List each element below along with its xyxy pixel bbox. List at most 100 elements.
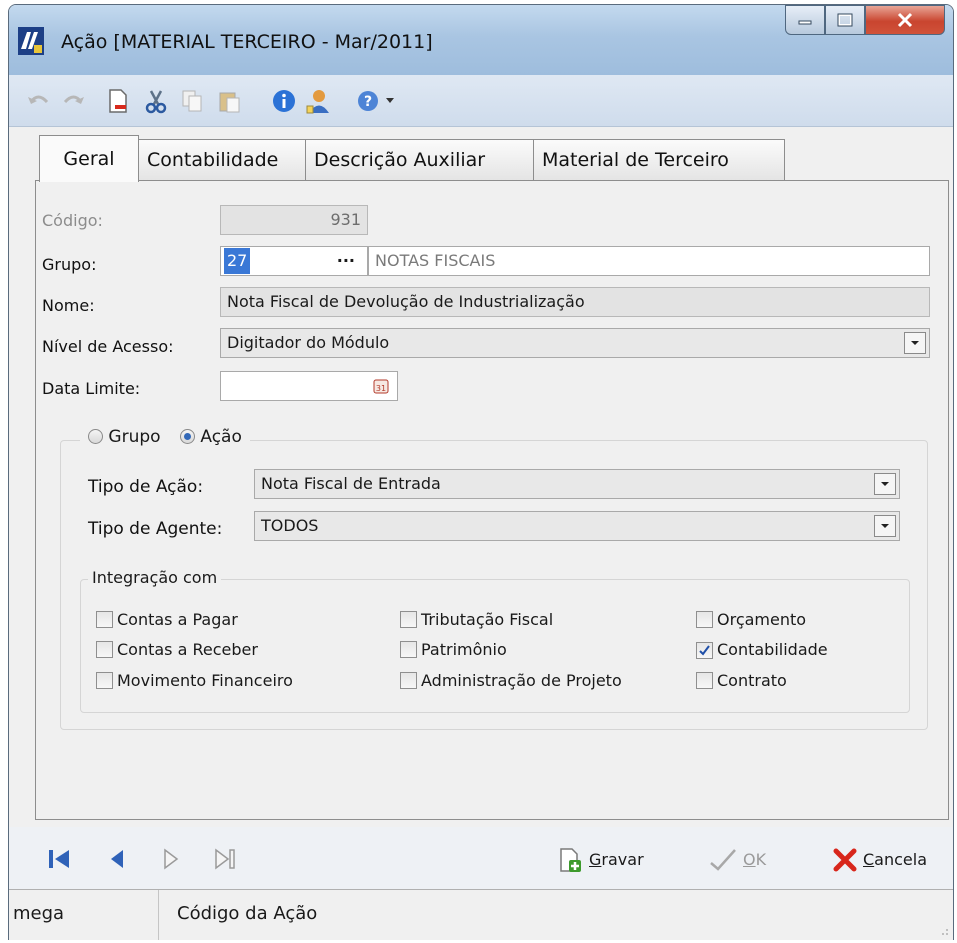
radio-grupo-icon[interactable] <box>88 429 103 444</box>
window: Ação [MATERIAL TERCEIRO - Mar/2011] ? Ge… <box>8 4 954 940</box>
checkbox-contrato[interactable] <box>696 672 713 689</box>
radio-grupo[interactable]: Grupo <box>88 427 161 447</box>
check-contas-a-receber[interactable]: Contas a Receber <box>96 640 258 659</box>
checkbox-tributacao-fiscal[interactable] <box>400 611 417 628</box>
check-contrato[interactable]: Contrato <box>696 671 787 690</box>
resize-grip-icon[interactable] <box>937 924 949 936</box>
nivel-acesso-select[interactable]: Digitador do Módulo <box>220 328 930 358</box>
check-label: Tributação Fiscal <box>421 610 554 629</box>
next-record-icon[interactable] <box>159 847 183 871</box>
paste-icon[interactable] <box>217 88 243 114</box>
check-label: Contas a Pagar <box>117 610 238 629</box>
last-record-icon[interactable] <box>213 847 237 871</box>
check-label: Administração de Projeto <box>421 671 622 690</box>
cancela-button[interactable]: Cancela <box>833 845 927 875</box>
radio-acao-icon[interactable] <box>179 429 195 444</box>
info-icon[interactable] <box>271 88 297 114</box>
minimize-icon <box>798 20 812 25</box>
integracao-title: Integração com <box>88 568 222 587</box>
check-administracao-de-projeto[interactable]: Administração de Projeto <box>400 671 622 690</box>
tipo-selector: Grupo Ação <box>80 427 250 447</box>
previous-record-icon[interactable] <box>105 847 129 871</box>
grupo-description-field: NOTAS FISCAIS <box>368 246 930 276</box>
geral-panel: Código: 931 Grupo: 27 ··· NOTAS FISCAIS … <box>35 180 949 820</box>
nivel-acesso-dropdown-button[interactable] <box>904 332 926 354</box>
redo-icon[interactable] <box>61 88 87 114</box>
tab-geral[interactable]: Geral <box>39 135 139 182</box>
check-orcamento[interactable]: Orçamento <box>696 610 806 629</box>
toolbar: ? <box>9 75 953 127</box>
navigation-bar: Gravar OK Cancela <box>9 827 953 889</box>
help-icon[interactable]: ? <box>355 88 381 114</box>
minimize-button[interactable] <box>785 5 825 35</box>
gravar-label: Gravar <box>589 850 644 869</box>
ok-button[interactable]: OK <box>709 845 766 875</box>
tipo-acao-dropdown-button[interactable] <box>874 473 896 495</box>
maximize-button[interactable] <box>825 5 865 35</box>
check-label: Patrimônio <box>421 640 507 659</box>
tipo-acao-value: Nota Fiscal de Entrada <box>261 474 441 493</box>
data-limite-field[interactable]: 31 <box>220 371 398 401</box>
nome-field[interactable]: Nota Fiscal de Devolução de Industrializ… <box>220 287 930 317</box>
copy-icon[interactable] <box>179 88 205 114</box>
help-dropdown-icon[interactable] <box>385 97 395 105</box>
tab-contabilidade[interactable]: Contabilidade <box>138 139 306 181</box>
title-bar[interactable]: Ação [MATERIAL TERCEIRO - Mar/2011] <box>9 5 953 75</box>
check-label: Movimento Financeiro <box>117 671 293 690</box>
tipo-agente-value: TODOS <box>261 516 319 535</box>
tipo-agente-label: Tipo de Agente: <box>88 519 223 539</box>
codigo-field: 931 <box>220 205 368 235</box>
ok-label: OK <box>743 850 767 869</box>
radio-acao[interactable]: Ação <box>179 427 242 447</box>
check-contabilidade[interactable]: Contabilidade <box>696 640 828 659</box>
check-contas-a-pagar[interactable]: Contas a Pagar <box>96 610 238 629</box>
status-bar: mega Código da Ação <box>9 889 953 940</box>
gravar-button[interactable]: Gravar <box>557 845 644 875</box>
check-patrimonio[interactable]: Patrimônio <box>400 640 507 659</box>
tab-descricao-auxiliar[interactable]: Descrição Auxiliar <box>305 139 534 181</box>
tipo-agente-select[interactable]: TODOS <box>254 511 900 541</box>
tipo-acao-label: Tipo de Ação: <box>88 477 204 497</box>
window-title: Ação [MATERIAL TERCEIRO - Mar/2011] <box>61 31 433 53</box>
tipo-agente-dropdown-button[interactable] <box>874 515 896 537</box>
check-label: Contrato <box>717 671 787 690</box>
new-document-icon[interactable] <box>105 88 131 114</box>
grupo-browse-button[interactable]: ··· <box>337 247 355 275</box>
close-button[interactable] <box>865 5 945 35</box>
checkbox-contabilidade[interactable] <box>696 642 713 659</box>
check-label: Contabilidade <box>717 640 828 659</box>
data-limite-label: Data Limite: <box>42 379 141 398</box>
tipo-acao-select[interactable]: Nota Fiscal de Entrada <box>254 469 900 499</box>
checkbox-movimento-financeiro[interactable] <box>96 672 113 689</box>
nivel-acesso-value: Digitador do Módulo <box>227 333 390 352</box>
checkbox-orcamento[interactable] <box>696 611 713 628</box>
cancel-x-icon <box>833 848 857 872</box>
check-tributacao-fiscal[interactable]: Tributação Fiscal <box>400 610 553 629</box>
grupo-label: Grupo: <box>42 255 97 274</box>
checkbox-contas-a-pagar[interactable] <box>96 611 113 628</box>
tab-material-de-terceiro[interactable]: Material de Terceiro <box>533 139 785 181</box>
undo-icon[interactable] <box>25 88 51 114</box>
status-hint: Código da Ação <box>177 903 318 924</box>
svg-text:31: 31 <box>376 384 386 393</box>
grupo-code: 27 <box>224 248 251 274</box>
svg-text:?: ? <box>364 94 372 110</box>
checkbox-patrimonio[interactable] <box>400 641 417 658</box>
checkbox-administracao-de-projeto[interactable] <box>400 672 417 689</box>
status-user: mega <box>11 890 159 940</box>
calendar-icon[interactable]: 31 <box>373 378 389 394</box>
nome-label: Nome: <box>42 296 95 315</box>
maximize-icon <box>837 13 853 27</box>
check-label: Orçamento <box>717 610 807 629</box>
grupo-field[interactable]: 27 ··· <box>220 246 368 276</box>
app-logo-icon <box>18 27 44 55</box>
cancela-label: Cancela <box>863 850 928 869</box>
checkbox-contas-a-receber[interactable] <box>96 641 113 658</box>
nivel-acesso-label: Nível de Acesso: <box>42 337 174 356</box>
user-icon[interactable] <box>305 88 331 114</box>
cut-icon[interactable] <box>143 88 169 114</box>
first-record-icon[interactable] <box>47 847 71 871</box>
checkmark-icon <box>699 645 710 656</box>
chevron-down-icon <box>911 341 919 345</box>
check-movimento-financeiro[interactable]: Movimento Financeiro <box>96 671 293 690</box>
